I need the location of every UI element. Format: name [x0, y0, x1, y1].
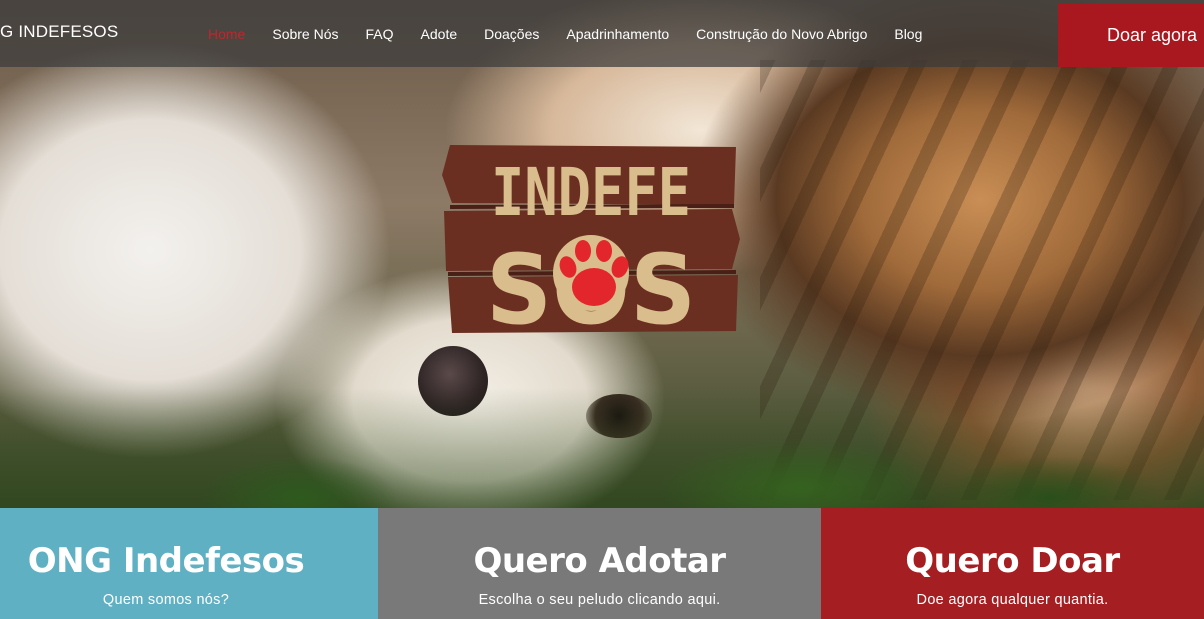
nav-item-sobre-nos[interactable]: Sobre Nós	[272, 26, 338, 42]
nav-item-doacoes[interactable]: Doações	[484, 26, 539, 42]
indefesos-logo: INDEFE SOS	[442, 145, 740, 333]
top-navigation-bar: G INDEFESOS Home Sobre Nós FAQ Adote Doa…	[0, 0, 1204, 67]
grass-foreground	[0, 388, 1204, 508]
panel-quero-adotar[interactable]: Quero Adotar Escolha o seu peludo clican…	[378, 508, 821, 619]
nav-item-adote[interactable]: Adote	[421, 26, 458, 42]
hero-background-photo: INDEFE SOS	[0, 0, 1204, 508]
feature-panels: ONG Indefesos Quem somos nós? Quero Adot…	[0, 508, 1204, 619]
nav-item-apadrinhamento[interactable]: Apadrinhamento	[566, 26, 669, 42]
nav-item-faq[interactable]: FAQ	[366, 26, 394, 42]
panel-title: Quero Adotar	[473, 541, 726, 581]
site-brand[interactable]: G INDEFESOS	[0, 22, 118, 42]
panel-subtitle[interactable]: Quem somos nós?	[0, 592, 378, 608]
nav-item-home[interactable]: Home	[208, 26, 245, 42]
panel-subtitle[interactable]: Doe agora qualquer quantia.	[821, 592, 1204, 608]
panel-subtitle[interactable]: Escolha o seu peludo clicando aqui.	[378, 592, 821, 608]
donate-now-button[interactable]: Doar agora	[1058, 4, 1204, 67]
main-nav: Home Sobre Nós FAQ Adote Doações Apadrin…	[208, 26, 949, 42]
nav-item-construcao[interactable]: Construção do Novo Abrigo	[696, 26, 867, 42]
panel-title: Quero Doar	[905, 541, 1120, 581]
panel-ong-indefesos[interactable]: ONG Indefesos Quem somos nós?	[0, 508, 378, 619]
panel-quero-doar[interactable]: Quero Doar Doe agora qualquer quantia.	[821, 508, 1204, 619]
panel-title: ONG Indefesos	[27, 541, 305, 581]
logo-line1: INDEFE	[491, 154, 691, 231]
nav-item-blog[interactable]: Blog	[894, 26, 922, 42]
